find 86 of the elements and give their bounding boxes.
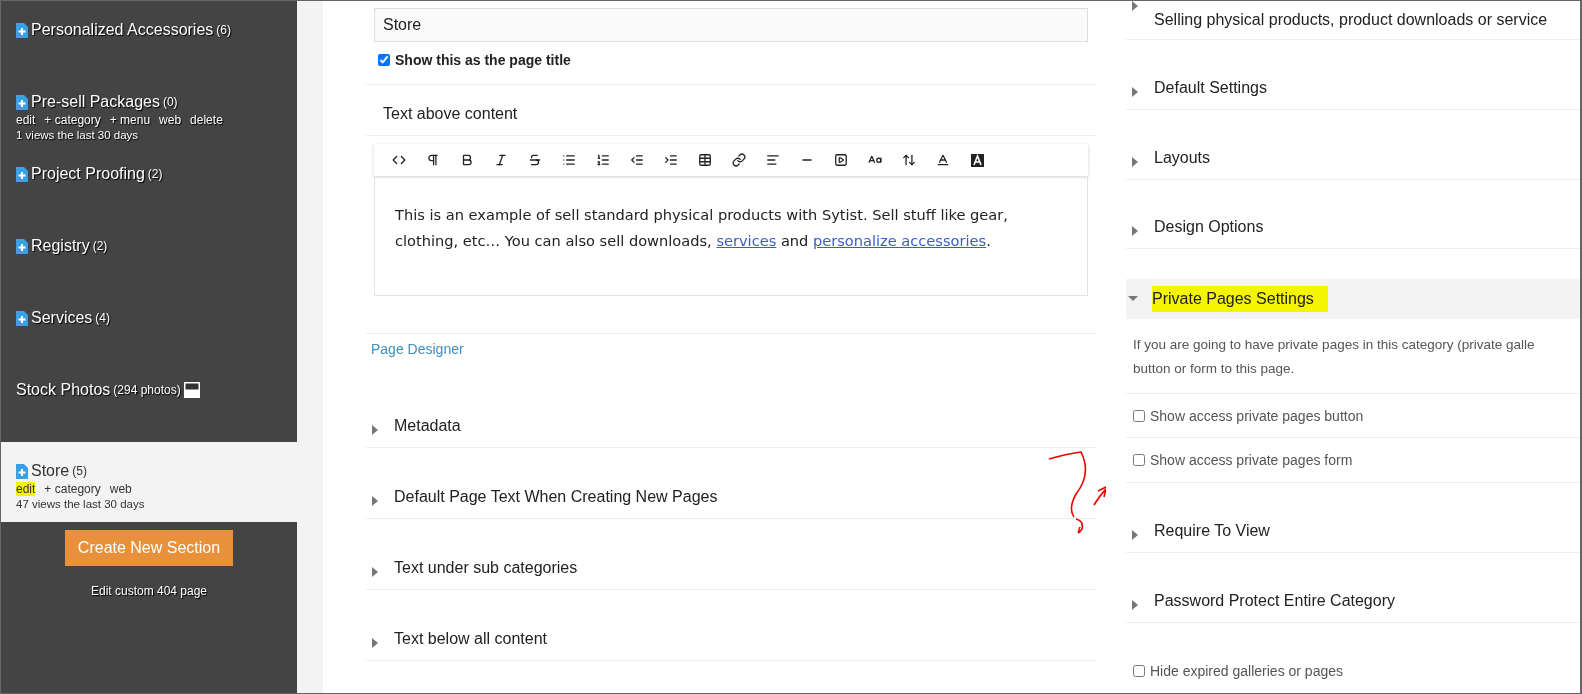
item-count: (2) — [147, 167, 163, 181]
accordion-title: Metadata — [394, 417, 461, 435]
accordion-header[interactable]: Text under sub categories — [366, 519, 1096, 590]
text-link[interactable]: personalize accessories — [813, 232, 987, 249]
section-link[interactable]: + menu — [109, 113, 151, 127]
accordion-title: Password Protect Entire Category — [1154, 591, 1395, 610]
checkbox-label: Show this as the page title — [395, 51, 571, 68]
checkbox[interactable] — [1133, 454, 1145, 467]
accordion-title: Require To View — [1154, 521, 1270, 540]
section-link[interactable]: + category — [44, 113, 101, 127]
checkbox[interactable] — [378, 53, 390, 66]
section-name: Project Proofing — [31, 165, 145, 183]
sidebar-item[interactable]: Pre-sell Packages (0) edit + category + menu web delete 1 views the last 30 days — [1, 73, 297, 145]
section-link[interactable]: web — [109, 482, 132, 496]
document-plus-icon — [16, 310, 28, 326]
accordion-header[interactable]: Password Protect Entire Category — [1126, 552, 1580, 623]
accordion-header[interactable]: Selling physical products, product downloads or service — [1126, 1, 1580, 40]
item-count: (2) — [92, 239, 108, 253]
section-description: If you are going to have private pages in this category (private galle button or form to this page. — [1126, 318, 1580, 394]
accordion-header[interactable]: Private Pages Settings — [1126, 279, 1580, 319]
accordion-header[interactable]: Metadata — [366, 377, 1096, 448]
caret-right-icon — [370, 638, 380, 648]
page-designer-link[interactable]: Page Designer — [371, 341, 464, 357]
document-plus-icon — [16, 22, 28, 38]
section-name: Stock Photos — [16, 381, 111, 399]
accordion-title: Default Settings — [1154, 78, 1267, 97]
document-plus-icon — [16, 463, 28, 479]
accordion-header[interactable]: Design Options — [1126, 179, 1580, 250]
accordion-header[interactable]: Default Page Text When Creating New Pages — [366, 448, 1096, 519]
item-count: (5) — [72, 464, 87, 478]
caret-right-icon — [1130, 156, 1140, 167]
sidebar-item[interactable]: Services (4) — [1, 289, 297, 361]
sidebar-item[interactable]: Project Proofing (2) — [1, 145, 297, 217]
editor-area[interactable]: This is an example of sell standard physical products with Sytist. Sell stuff like gear, clothing, etc… You can also sell downloads, services and personalize accessories. — [374, 176, 1088, 296]
field-label: Text above content — [382, 104, 519, 124]
caret-right-icon — [1130, 1, 1140, 11]
views-text: 1 views the last 30 days — [16, 129, 140, 141]
accordion-title: Text under sub categories — [394, 559, 578, 577]
item-count: (294 photos) — [113, 383, 181, 397]
caret-right-icon — [1130, 529, 1140, 540]
accordion-title: Text below all content — [394, 630, 547, 648]
section-name-field[interactable]: Store — [374, 8, 1088, 42]
section-link[interactable]: edit — [16, 113, 36, 127]
accordion-title: Layouts — [1154, 148, 1211, 167]
caret-right-icon — [1130, 599, 1140, 610]
item-count: (4) — [95, 311, 111, 325]
section-link[interactable]: web — [159, 113, 182, 127]
edit-404-link[interactable]: Edit custom 404 page — [90, 584, 208, 598]
checkbox-label: Hide expired galleries or pages — [1150, 662, 1343, 679]
item-count: (0) — [162, 95, 178, 109]
sidebar-item[interactable]: Personalized Accessories (6) — [1, 1, 297, 73]
accordion-header[interactable]: Layouts — [1126, 109, 1580, 180]
section-name: Services — [31, 309, 93, 327]
sidebar-item[interactable]: Registry (2) — [1, 217, 297, 289]
accordion-title: Selling physical products, product downloads or service — [1154, 11, 1548, 29]
accordion-header[interactable]: Default Settings — [1126, 39, 1580, 110]
half-filled-square-icon — [183, 382, 200, 398]
accordion-header[interactable]: Text below all content — [366, 590, 1096, 661]
sidebar-item[interactable]: Stock Photos (294 photos) — [1, 361, 297, 442]
caret-right-icon — [370, 567, 380, 577]
section-name: Pre-sell Packages — [31, 93, 160, 111]
text-link[interactable]: services — [716, 232, 777, 249]
accordion-title: Default Page Text When Creating New Pages — [394, 488, 718, 506]
accordion-header[interactable]: Require To View — [1126, 482, 1580, 553]
item-count: (6) — [216, 23, 231, 37]
checkbox-label: Show access private pages form — [1150, 452, 1353, 469]
caret-right-icon — [1130, 86, 1140, 97]
checkbox[interactable] — [1133, 664, 1145, 677]
section-link[interactable]: + category — [44, 482, 101, 496]
checkbox[interactable] — [1133, 409, 1145, 422]
document-plus-icon — [16, 166, 28, 182]
accordion-title: Private Pages Settings — [1152, 286, 1328, 313]
section-name: Personalized Accessories — [31, 21, 214, 39]
section-link[interactable]: delete — [190, 113, 223, 127]
editor-text: This is an example of sell standard physical products with Sytist. Sell stuff like gear, clothing, etc… You can also sell downloads, services and personalize accessories. — [395, 205, 1009, 251]
caret-right-icon — [1130, 226, 1140, 237]
document-plus-icon — [16, 94, 28, 110]
section-name: Store — [31, 462, 70, 480]
checkbox-label: Show access private pages button — [1150, 407, 1364, 424]
document-plus-icon — [16, 238, 28, 254]
highlight-text-icon — [970, 153, 984, 167]
section-name: Registry — [31, 237, 90, 255]
accordion-title: Design Options — [1154, 218, 1264, 237]
caret-right-icon — [370, 425, 380, 435]
views-text: 47 views the last 30 days — [16, 498, 146, 510]
caret-right-icon — [370, 496, 380, 506]
